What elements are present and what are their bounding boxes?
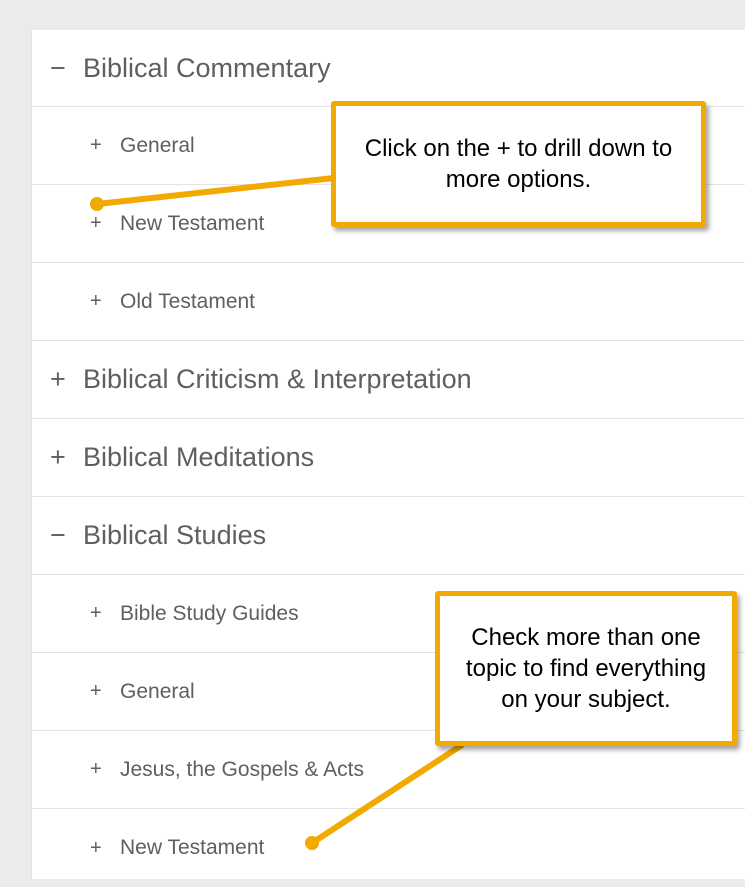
expand-toggle-icon[interactable]: + [90,602,120,625]
subcategory-label: New Testament [120,211,265,235]
callout-text: Check more than one topic to find everyt… [465,624,707,713]
expand-toggle-icon[interactable]: + [90,134,120,157]
callout-check-topics: Check more than one topic to find everyt… [435,591,737,746]
expand-toggle-icon[interactable]: + [50,364,83,395]
subcategory-label: General [120,679,195,703]
subcategory-new-testament[interactable]: + New Testament [32,809,745,887]
expand-toggle-icon[interactable]: + [90,837,120,860]
subcategory-label: Old Testament [120,289,256,313]
collapse-toggle-icon[interactable]: − [50,53,83,84]
subcategory-label: Jesus, the Gospels & Acts [120,757,364,781]
category-biblical-criticism[interactable]: + Biblical Criticism & Interpretation [32,341,745,419]
expand-toggle-icon[interactable]: + [90,290,120,313]
category-biblical-commentary[interactable]: − Biblical Commentary [32,30,745,107]
category-biblical-meditations[interactable]: + Biblical Meditations [32,419,745,497]
subcategory-label: New Testament [120,836,265,859]
category-label: Biblical Commentary [83,52,331,83]
callout-drill-down: Click on the + to drill down to more opt… [331,101,706,227]
expand-toggle-icon[interactable]: + [90,212,120,235]
callout-text: Click on the + to drill down to more opt… [364,135,673,193]
category-label: Biblical Criticism & Interpretation [83,364,472,394]
expand-toggle-icon[interactable]: + [90,680,120,703]
expand-toggle-icon[interactable]: + [50,442,83,473]
collapse-toggle-icon[interactable]: − [50,520,83,551]
category-label: Biblical Studies [83,520,267,550]
subcategory-old-testament[interactable]: + Old Testament [32,263,745,341]
category-biblical-studies[interactable]: − Biblical Studies [32,497,745,575]
subcategory-label: Bible Study Guides [120,601,299,625]
expand-toggle-icon[interactable]: + [90,758,120,781]
subcategory-label: General [120,133,195,157]
category-label: Biblical Meditations [83,442,315,472]
